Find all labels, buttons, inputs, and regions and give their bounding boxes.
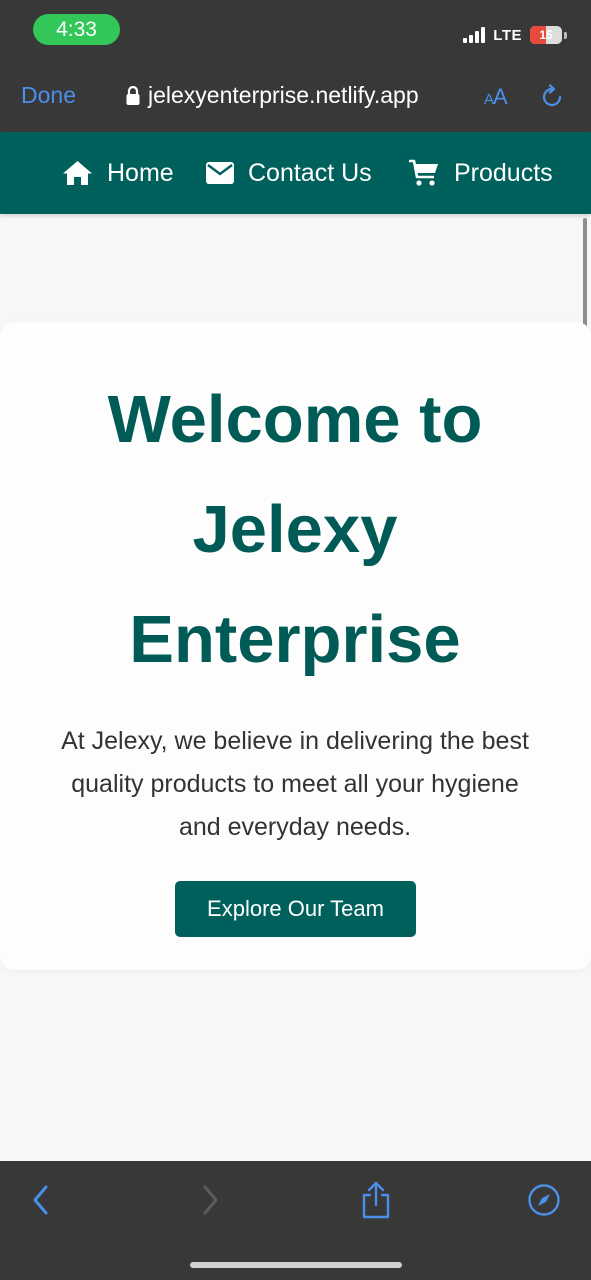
home-icon <box>63 161 92 185</box>
cart-icon <box>409 159 438 186</box>
status-indicators: LTE 15 <box>463 24 567 46</box>
nav-item-label: Home <box>107 158 174 187</box>
compass-icon[interactable] <box>527 1181 561 1219</box>
nav-item-contact[interactable]: Contact Us <box>206 132 372 214</box>
browser-top-chrome: 4:33 LTE 15 Done jelexyenterprise.netlif… <box>0 0 591 132</box>
reload-icon[interactable] <box>539 84 565 110</box>
network-type: LTE <box>493 26 522 44</box>
battery-icon: 15 <box>530 26 562 44</box>
share-icon[interactable] <box>361 1181 391 1219</box>
nav-item-label: Products <box>454 158 553 187</box>
envelope-icon <box>206 162 234 184</box>
hero-description: At Jelexy, we believe in delivering the … <box>61 727 529 841</box>
explore-team-button[interactable]: Explore Our Team <box>175 881 416 937</box>
hero-title: Welcome to Jelexy Enterprise <box>107 382 483 677</box>
status-time: 4:33 <box>33 14 120 45</box>
battery-level: 15 <box>539 28 553 42</box>
lock-icon <box>126 85 140 105</box>
done-button[interactable]: Done <box>21 82 76 109</box>
home-indicator[interactable] <box>190 1262 402 1268</box>
nav-item-home[interactable]: Home <box>62 132 174 214</box>
back-icon[interactable] <box>30 1181 52 1219</box>
signal-icon <box>463 27 486 43</box>
address-bar[interactable]: jelexyenterprise.netlify.app <box>126 82 419 109</box>
site-navbar: Home Contact Us Products <box>0 132 591 214</box>
forward-icon[interactable] <box>199 1181 221 1219</box>
text-size-button[interactable]: AA <box>484 84 508 110</box>
url-text: jelexyenterprise.netlify.app <box>148 82 419 108</box>
nav-item-label: Contact Us <box>248 158 372 187</box>
nav-item-products[interactable]: Products <box>408 132 553 214</box>
